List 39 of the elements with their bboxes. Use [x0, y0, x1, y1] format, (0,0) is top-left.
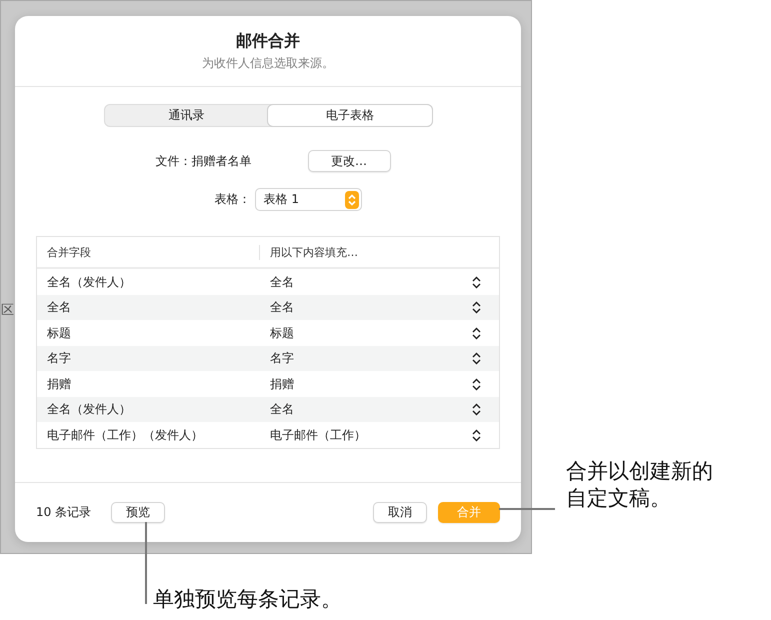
- file-label: 文件：捐赠者名单: [156, 152, 252, 170]
- dialog-subtitle: 为收件人信息选取来源。: [202, 55, 334, 72]
- table-cell-text: 全名: [269, 401, 295, 418]
- table-cell-text: 全名: [46, 299, 72, 316]
- table-cell-text: 标题: [46, 324, 72, 342]
- up-down-chevron-icon[interactable]: [472, 352, 481, 366]
- table-cell-text: 名字: [46, 350, 72, 368]
- callout-text: 合并以创建新的自定文稿。: [566, 458, 714, 512]
- table-cell-text: 电子邮件（工作）（发件人）: [46, 426, 204, 444]
- column-header: 用以下内容填充…: [259, 244, 358, 260]
- table-cell-text: 标题: [269, 324, 295, 342]
- up-down-chevron-icon[interactable]: [472, 301, 481, 314]
- record-count: 10 条记录: [36, 504, 92, 521]
- cancel-button[interactable]: 取消: [373, 502, 427, 523]
- stepper-icon: [344, 190, 358, 209]
- change-button[interactable]: 更改…: [308, 150, 390, 172]
- table-cell-text: 全名: [269, 299, 295, 316]
- leader-line: [499, 508, 555, 510]
- table-cell-text: 捐赠: [269, 376, 295, 393]
- up-down-chevron-icon[interactable]: [472, 378, 481, 391]
- up-down-chevron-icon[interactable]: [472, 276, 481, 289]
- table-cell-text: 全名（发件人）: [46, 401, 132, 418]
- table-popup[interactable]: 表格 1: [254, 188, 362, 212]
- up-down-chevron-icon[interactable]: [472, 428, 481, 442]
- table-cell-text: 捐赠: [46, 376, 72, 393]
- table-cell-text: 电子邮件（工作）: [269, 426, 367, 444]
- side-label: 区: [1, 302, 14, 319]
- callout-text: 单独预览每条记录。: [153, 586, 342, 613]
- table-label: 表格：: [214, 191, 250, 208]
- column-header: 合并字段: [46, 244, 92, 260]
- table-cell-text: 名字: [269, 350, 295, 368]
- table-cell-text: 全名: [269, 274, 295, 291]
- up-down-chevron-icon[interactable]: [472, 326, 481, 340]
- preview-button[interactable]: 预览: [111, 502, 166, 523]
- source-tab[interactable]: 通讯录: [104, 105, 268, 126]
- source-tab[interactable]: 电子表格: [268, 105, 432, 126]
- up-down-chevron-icon[interactable]: [472, 403, 481, 416]
- dialog-title: 邮件合并: [236, 31, 300, 52]
- table-cell-text: 全名（发件人）: [46, 274, 132, 291]
